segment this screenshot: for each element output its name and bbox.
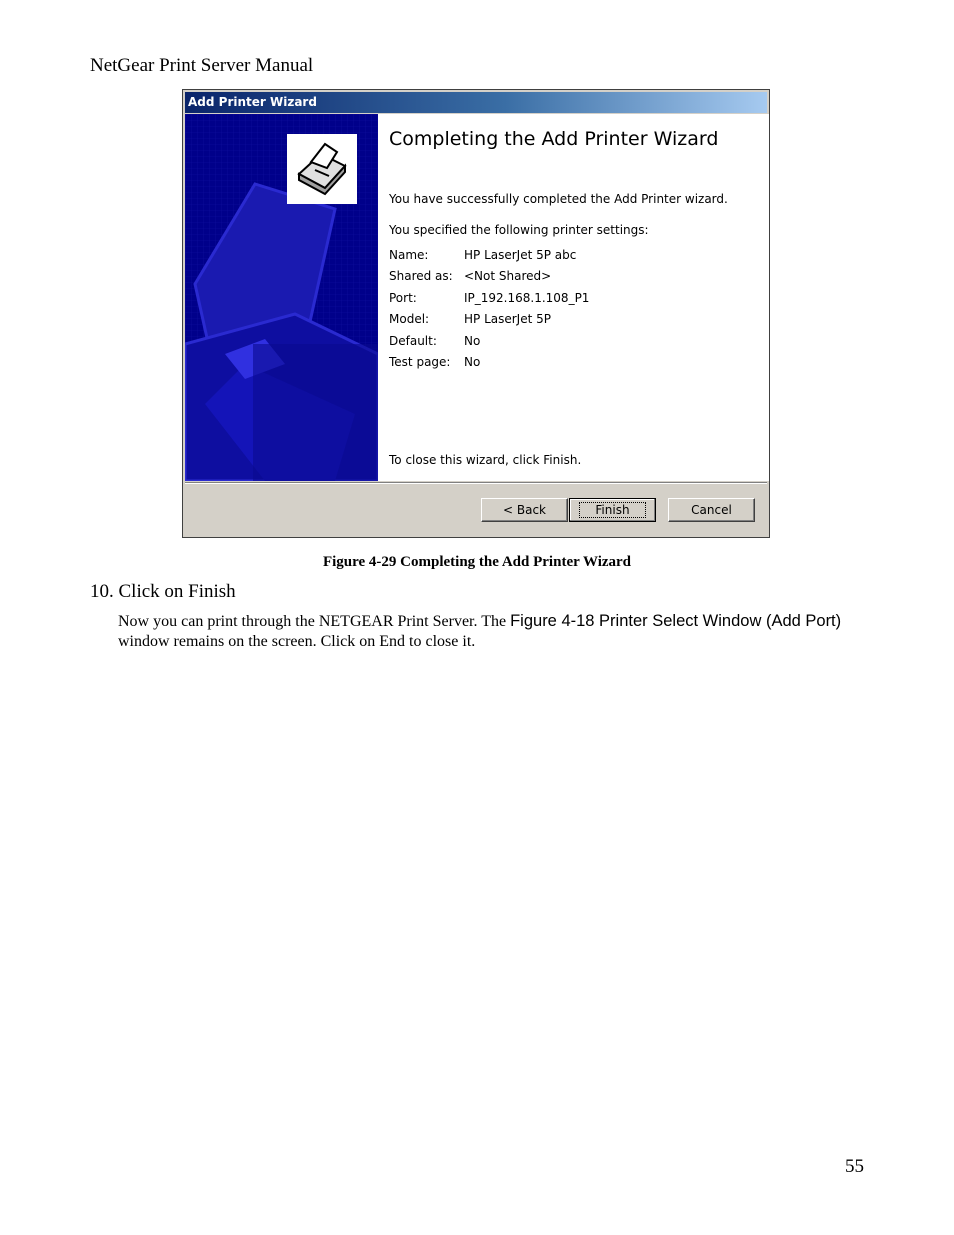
- setting-label: Test page:: [389, 354, 451, 369]
- setting-row-test-page: Test page: No: [389, 355, 589, 376]
- printer-settings-list: Name: HP LaserJet 5P abc Shared as: <Not…: [389, 248, 589, 376]
- step-heading: 10. Click on Finish: [90, 581, 236, 602]
- wizard-heading: Completing the Add Printer Wizard: [389, 128, 719, 150]
- wizard-content: Completing the Add Printer Wizard You ha…: [378, 114, 769, 481]
- finish-button[interactable]: Finish: [569, 498, 656, 522]
- wizard-banner: [185, 114, 378, 481]
- cancel-button[interactable]: Cancel: [668, 498, 755, 522]
- back-button[interactable]: < Back: [481, 498, 568, 522]
- close-hint: To close this wizard, click Finish.: [389, 453, 582, 467]
- success-text: You have successfully completed the Add …: [389, 192, 728, 206]
- page-number: 55: [845, 1156, 864, 1177]
- figure-reference: Figure 4-18 Printer Select Window (Add P…: [510, 612, 842, 630]
- setting-row-shared: Shared as: <Not Shared>: [389, 269, 589, 290]
- setting-label: Name:: [389, 248, 429, 262]
- setting-value: <Not Shared>: [464, 269, 552, 284]
- setting-value: IP_192.168.1.108_P1: [464, 290, 590, 305]
- setting-row-name: Name: HP LaserJet 5P abc: [389, 248, 589, 269]
- setting-value: No: [464, 354, 481, 369]
- setting-row-model: Model: HP LaserJet 5P: [389, 312, 589, 333]
- setting-value: HP LaserJet 5P abc: [464, 248, 577, 262]
- dialog-title-bar[interactable]: Add Printer Wizard: [185, 92, 767, 113]
- setting-label: Default:: [389, 333, 437, 348]
- printer-icon: [287, 134, 357, 204]
- setting-row-port: Port: IP_192.168.1.108_P1: [389, 291, 589, 312]
- setting-label: Model:: [389, 312, 430, 327]
- add-printer-wizard-dialog: Add Printer Wizard Completing the Add Pr…: [182, 89, 770, 538]
- button-divider: [185, 482, 767, 484]
- setting-value: HP LaserJet 5P: [464, 312, 551, 327]
- setting-value: No: [464, 333, 481, 348]
- body-text-before: Now you can print through the NETGEAR Pr…: [118, 613, 511, 630]
- setting-label: Port:: [389, 290, 417, 305]
- figure-caption: Figure 4-29 Completing the Add Printer W…: [322, 554, 632, 570]
- setting-row-default: Default: No: [389, 334, 589, 355]
- body-text-after: window remains on the screen. Click on E…: [118, 633, 476, 650]
- body-paragraph: Now you can print through the NETGEAR Pr…: [118, 611, 858, 652]
- setting-label: Shared as:: [389, 269, 453, 284]
- running-header: NetGear Print Server Manual: [90, 55, 314, 76]
- finish-button-label: Finish: [579, 502, 646, 518]
- settings-intro: You specified the following printer sett…: [389, 223, 649, 237]
